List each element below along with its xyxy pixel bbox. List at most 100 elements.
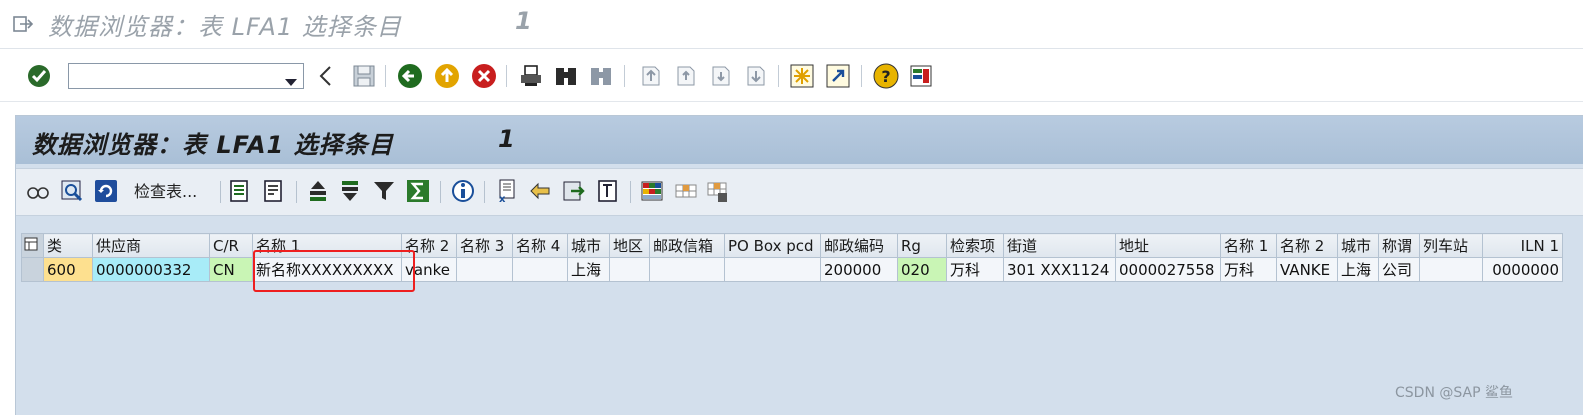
toolbar-separator <box>624 65 625 87</box>
toolbar-separator <box>440 181 441 203</box>
details-icon[interactable] <box>228 179 252 203</box>
create-shortcut-icon[interactable] <box>825 63 851 89</box>
column-header[interactable]: 名称 3 <box>456 233 513 258</box>
sort-descending-icon[interactable] <box>338 179 362 203</box>
command-dropdown-icon[interactable] <box>285 72 297 91</box>
next-page-icon[interactable] <box>708 63 734 89</box>
table-cell[interactable]: 万科 <box>946 257 1004 282</box>
table-cell[interactable]: 万科 <box>1220 257 1277 282</box>
column-header[interactable]: 供应商 <box>92 233 210 258</box>
table-cell[interactable] <box>724 257 821 282</box>
print-icon[interactable] <box>518 63 544 89</box>
table-cell[interactable]: 0000000332 <box>92 257 210 282</box>
svg-text:?: ? <box>881 67 890 86</box>
application-toolbar: 检查表... x <box>16 168 1583 216</box>
watermark: CSDN @SAP 鲨鱼 <box>1395 385 1513 401</box>
page-title: 数据浏览器：表 LFA1 选择条目 <box>32 131 394 159</box>
column-header[interactable]: 名称 4 <box>512 233 568 258</box>
select-all-icon[interactable] <box>21 233 44 258</box>
total-icon[interactable] <box>406 179 430 203</box>
page-header: 数据浏览器：表 LFA1 选择条目 1 <box>16 116 1583 164</box>
table-cell[interactable]: 上海 <box>1337 257 1379 282</box>
command-input[interactable] <box>73 65 277 89</box>
command-field[interactable] <box>68 63 304 89</box>
create-session-icon[interactable] <box>789 63 815 89</box>
change-layout-grid-icon[interactable] <box>674 179 698 203</box>
column-header[interactable]: Rg <box>897 233 947 258</box>
column-header[interactable]: 街道 <box>1003 233 1116 258</box>
table-cell[interactable]: VANKE <box>1276 257 1338 282</box>
table-cell[interactable]: 上海 <box>567 257 610 282</box>
toolbar-separator <box>861 65 862 87</box>
column-header[interactable]: 城市 <box>1337 233 1379 258</box>
column-header[interactable]: 检索项 <box>946 233 1004 258</box>
column-header[interactable]: 地区 <box>609 233 650 258</box>
info-icon[interactable] <box>450 179 474 203</box>
enter-check-icon[interactable] <box>26 63 52 89</box>
previous-page-icon[interactable] <box>673 63 699 89</box>
selection-screen-icon[interactable] <box>60 179 84 203</box>
highlight-annotation <box>253 250 415 292</box>
back-icon[interactable] <box>397 63 423 89</box>
column-header[interactable]: 名称 2 <box>1276 233 1338 258</box>
toolbar-separator <box>630 181 631 203</box>
save-icon[interactable] <box>351 63 377 89</box>
column-header[interactable]: 类 <box>43 233 93 258</box>
column-header[interactable]: PO Box pcd <box>724 233 821 258</box>
sort-ascending-icon[interactable] <box>306 179 330 203</box>
exit-window-icon[interactable] <box>12 14 34 38</box>
export-excel-icon[interactable]: x <box>494 179 518 205</box>
cancel-icon[interactable] <box>471 63 497 89</box>
column-header[interactable]: 邮政编码 <box>820 233 898 258</box>
last-page-icon[interactable] <box>743 63 769 89</box>
save-layout-icon[interactable] <box>706 179 730 203</box>
word-processing-icon[interactable] <box>596 179 620 203</box>
table-cell[interactable]: 600 <box>43 257 93 282</box>
table-cell[interactable]: CN <box>209 257 253 282</box>
column-header[interactable]: 称谓 <box>1378 233 1420 258</box>
column-header[interactable]: ILN 1 <box>1482 233 1563 258</box>
page-title-count: 1 <box>498 125 515 153</box>
column-header[interactable]: 地址 <box>1115 233 1221 258</box>
find-icon[interactable] <box>553 63 579 89</box>
table-cell[interactable]: 301 XXX1124 <box>1003 257 1116 282</box>
table-cell[interactable]: 200000 <box>820 257 898 282</box>
choose-layout-icon[interactable] <box>640 179 664 203</box>
table-cell[interactable] <box>609 257 650 282</box>
local-file-icon[interactable] <box>562 179 586 203</box>
customize-layout-icon[interactable] <box>909 63 935 89</box>
column-header[interactable]: 城市 <box>567 233 610 258</box>
column-header[interactable]: 列车站 <box>1419 233 1483 258</box>
refresh-icon[interactable] <box>94 179 118 203</box>
help-icon[interactable]: ? <box>873 63 899 89</box>
find-next-icon[interactable] <box>588 63 614 89</box>
window-title-count: 1 <box>515 7 532 35</box>
toolbar-separator <box>385 65 386 87</box>
column-header[interactable]: 邮政信箱 <box>649 233 725 258</box>
table-cell[interactable]: 0000000 <box>1482 257 1563 282</box>
table-cell[interactable] <box>1419 257 1483 282</box>
table-cell[interactable] <box>456 257 513 282</box>
display-glasses-icon[interactable] <box>26 179 50 203</box>
column-header[interactable]: 名称 1 <box>1220 233 1277 258</box>
title-bar: 数据浏览器：表 LFA1 选择条目 1 <box>0 0 1583 49</box>
table-cell[interactable]: 公司 <box>1378 257 1420 282</box>
change-layout-icon[interactable] <box>262 179 286 203</box>
toolbar-separator <box>220 181 221 203</box>
table-cell[interactable] <box>512 257 568 282</box>
table-cell[interactable] <box>649 257 725 282</box>
row-selector[interactable] <box>21 257 44 282</box>
column-header[interactable]: C/R <box>209 233 253 258</box>
abc-analysis-icon[interactable] <box>528 179 552 203</box>
table-cell[interactable]: 020 <box>897 257 947 282</box>
svg-text:x: x <box>499 194 506 203</box>
back-arrow-icon[interactable] <box>316 64 342 90</box>
exit-icon[interactable] <box>434 63 460 89</box>
toolbar-separator <box>484 181 485 203</box>
window-title: 数据浏览器：表 LFA1 选择条目 <box>48 13 402 41</box>
table-cell[interactable]: 0000027558 <box>1115 257 1221 282</box>
toolbar-separator <box>778 65 779 87</box>
check-table-button[interactable]: 检查表... <box>134 181 197 203</box>
filter-icon[interactable] <box>372 179 396 203</box>
first-page-icon[interactable] <box>638 63 664 89</box>
